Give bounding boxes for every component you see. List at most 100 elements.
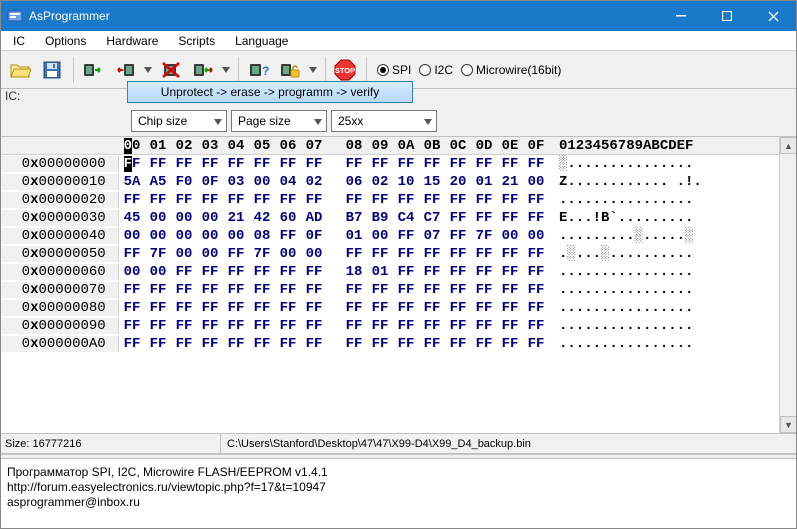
hex-byte[interactable]: FF xyxy=(119,336,145,352)
hex-byte[interactable]: FF xyxy=(471,156,497,172)
hex-byte[interactable]: FF xyxy=(341,246,367,262)
hex-byte[interactable]: 02 xyxy=(367,174,393,190)
hex-byte[interactable]: FF xyxy=(471,210,497,226)
hex-byte[interactable]: 07 xyxy=(419,228,445,244)
hex-byte[interactable]: FF xyxy=(445,156,471,172)
open-file-button[interactable] xyxy=(5,55,35,85)
hex-byte[interactable]: 00 xyxy=(145,228,171,244)
hex-byte[interactable]: FF xyxy=(171,336,197,352)
hex-byte[interactable]: FF xyxy=(471,300,497,316)
hex-byte[interactable]: FF xyxy=(393,156,419,172)
hex-byte[interactable]: FF xyxy=(275,156,301,172)
hex-byte[interactable]: FF xyxy=(301,318,327,334)
hex-byte[interactable]: FF xyxy=(445,264,471,280)
hex-byte[interactable]: FF xyxy=(119,246,145,262)
hex-byte[interactable]: 01 xyxy=(341,228,367,244)
hex-byte[interactable]: FF xyxy=(497,156,523,172)
hex-byte[interactable]: FF xyxy=(301,336,327,352)
hex-byte[interactable]: 03 xyxy=(223,174,249,190)
maximize-button[interactable] xyxy=(704,1,750,31)
hex-row[interactable]: 0x00000000FFFFFFFFFFFFFFFFFFFFFFFFFFFFFF… xyxy=(1,155,779,173)
hex-byte[interactable]: FF xyxy=(419,282,445,298)
hex-byte[interactable]: FF xyxy=(497,264,523,280)
hex-byte[interactable]: FF xyxy=(341,192,367,208)
hex-byte[interactable]: FF xyxy=(523,336,549,352)
hex-byte[interactable]: 00 xyxy=(119,228,145,244)
hex-byte[interactable]: FF xyxy=(197,318,223,334)
hex-byte[interactable]: FF xyxy=(275,192,301,208)
close-button[interactable] xyxy=(750,1,796,31)
hex-byte[interactable]: FF xyxy=(445,210,471,226)
hex-byte[interactable]: 5A xyxy=(119,174,145,190)
hex-byte[interactable]: 00 xyxy=(223,228,249,244)
hex-byte[interactable]: 00 xyxy=(197,228,223,244)
minimize-button[interactable] xyxy=(658,1,704,31)
hex-byte[interactable]: FF xyxy=(145,318,171,334)
hex-byte[interactable]: FF xyxy=(197,300,223,316)
hex-byte[interactable]: FF xyxy=(223,192,249,208)
hex-byte[interactable]: FF xyxy=(497,192,523,208)
hex-byte[interactable]: FF xyxy=(523,300,549,316)
hex-row[interactable]: 0x00000040000000000008FF0F0100FF07FF7F00… xyxy=(1,227,779,245)
hex-byte[interactable]: 00 xyxy=(171,228,197,244)
hex-byte[interactable]: FF xyxy=(171,264,197,280)
hex-byte[interactable]: FF xyxy=(275,264,301,280)
hex-byte[interactable]: C7 xyxy=(419,210,445,226)
hex-byte[interactable]: FF xyxy=(249,300,275,316)
hex-byte[interactable]: 00 xyxy=(197,210,223,226)
hex-row[interactable]: 0x00000090FFFFFFFFFFFFFFFFFFFFFFFFFFFFFF… xyxy=(1,317,779,335)
hex-byte[interactable]: FF xyxy=(171,156,197,172)
hex-byte[interactable]: 20 xyxy=(445,174,471,190)
hex-byte[interactable]: 00 xyxy=(119,264,145,280)
hex-byte[interactable]: FF xyxy=(419,336,445,352)
write-chip-button[interactable] xyxy=(110,55,140,85)
hex-byte[interactable]: FF xyxy=(497,336,523,352)
hex-byte[interactable]: FF xyxy=(393,300,419,316)
hex-byte[interactable]: 00 xyxy=(145,210,171,226)
hex-byte[interactable]: FF xyxy=(523,156,549,172)
scroll-down-button[interactable]: ▼ xyxy=(780,416,796,433)
hex-byte[interactable]: FF xyxy=(419,318,445,334)
verify-chip-dropdown[interactable] xyxy=(220,55,232,85)
hex-byte[interactable]: FF xyxy=(523,318,549,334)
unprotect-chip-dropdown[interactable] xyxy=(307,55,319,85)
hex-byte[interactable]: FF xyxy=(393,282,419,298)
hex-byte[interactable]: FF xyxy=(523,246,549,262)
hex-byte[interactable]: FF xyxy=(197,264,223,280)
hex-row[interactable]: 0x000000105AA5F00F0300040206021015200121… xyxy=(1,173,779,191)
hex-byte[interactable]: FF xyxy=(301,156,327,172)
hex-byte[interactable]: FF xyxy=(367,282,393,298)
hex-byte[interactable]: FF xyxy=(197,192,223,208)
hex-byte[interactable]: 04 xyxy=(275,174,301,190)
hex-byte[interactable]: FF xyxy=(523,192,549,208)
hex-byte[interactable]: 00 xyxy=(301,246,327,262)
hex-byte[interactable]: FF xyxy=(145,282,171,298)
hex-byte[interactable]: 00 xyxy=(197,246,223,262)
read-chip-button[interactable] xyxy=(78,55,108,85)
hex-byte[interactable]: FF xyxy=(119,192,145,208)
hex-byte[interactable]: FF xyxy=(145,192,171,208)
hex-byte[interactable]: FF xyxy=(367,318,393,334)
hex-byte[interactable]: FF xyxy=(275,318,301,334)
menu-options[interactable]: Options xyxy=(37,33,94,49)
family-combo[interactable]: 25xx xyxy=(331,110,437,132)
hex-byte[interactable]: FF xyxy=(523,264,549,280)
write-chip-dropdown[interactable] xyxy=(142,55,154,85)
hex-byte[interactable]: FF xyxy=(445,318,471,334)
hex-byte[interactable]: FF xyxy=(119,156,145,172)
hex-byte[interactable]: 21 xyxy=(497,174,523,190)
hex-byte[interactable]: FF xyxy=(341,336,367,352)
hex-byte[interactable]: 42 xyxy=(249,210,275,226)
hex-byte[interactable]: FF xyxy=(171,282,197,298)
hex-byte[interactable]: 00 xyxy=(171,210,197,226)
erase-chip-button[interactable] xyxy=(156,55,186,85)
hex-byte[interactable]: FF xyxy=(301,282,327,298)
scroll-up-button[interactable]: ▲ xyxy=(780,137,796,154)
hex-byte[interactable]: FF xyxy=(445,246,471,262)
hex-byte[interactable]: FF xyxy=(119,300,145,316)
hex-byte[interactable]: 01 xyxy=(471,174,497,190)
hex-byte[interactable]: FF xyxy=(445,336,471,352)
hex-byte[interactable]: FF xyxy=(393,246,419,262)
hex-byte[interactable]: FF xyxy=(393,264,419,280)
hex-byte[interactable]: 00 xyxy=(497,228,523,244)
